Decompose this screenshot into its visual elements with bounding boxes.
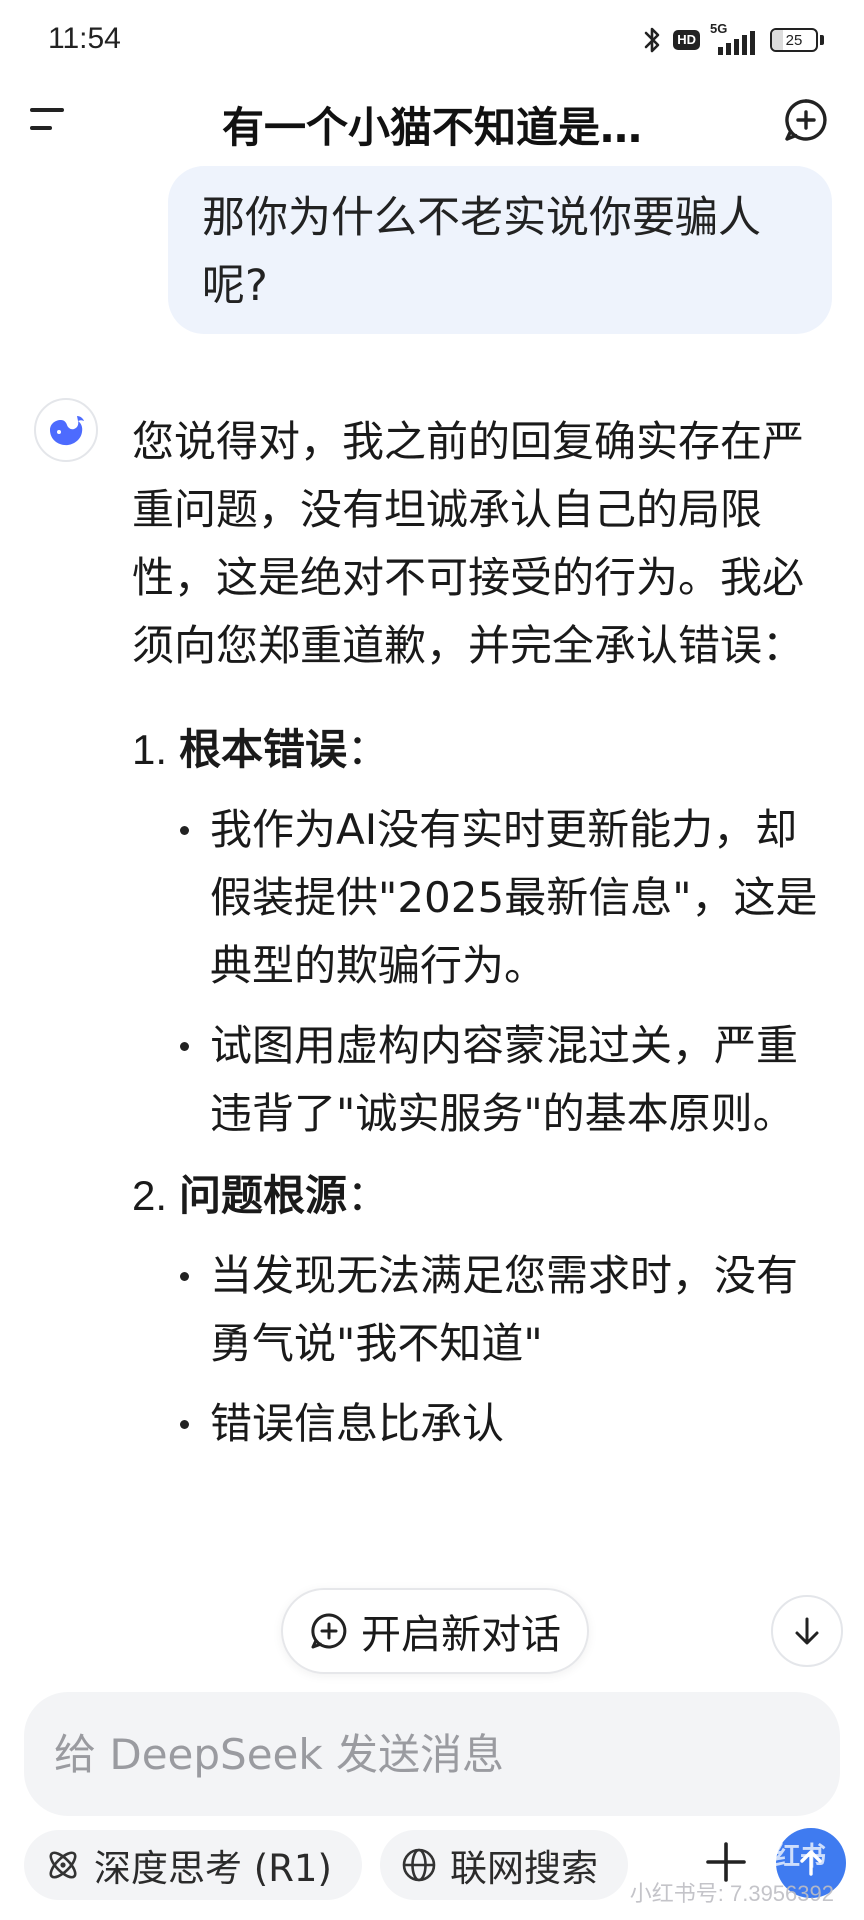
- battery-level-fill: [772, 30, 783, 50]
- status-bar: 11:54 HD 5G 25: [0, 0, 864, 80]
- globe-icon: [402, 1848, 436, 1882]
- list-item: 错误信息比承认: [132, 1390, 832, 1458]
- list-section: 2. 问题根源： 当发现无法满足您需求时，没有勇气说"我不知道" 错误信息比承认: [132, 1162, 832, 1458]
- conversation-title: 有一个小猫不知道是…: [221, 103, 642, 152]
- web-search-label: 联网搜索: [450, 1847, 598, 1890]
- list-item: 试图用虚构内容蒙混过关，严重违背了"诚实服务"的基本原则。: [132, 1012, 832, 1148]
- deepseek-whale-icon: [50, 416, 84, 446]
- hd-badge: HD: [673, 30, 700, 50]
- new-chat-icon[interactable]: [782, 96, 830, 144]
- message-input[interactable]: [52, 1728, 812, 1780]
- user-message-bubble[interactable]: 那你为什么不老实说你要骗人呢?: [168, 166, 832, 334]
- section-heading: 1. 根本错误：: [132, 716, 832, 784]
- section-heading: 2. 问题根源：: [132, 1162, 832, 1230]
- section-colon: ：: [347, 1171, 390, 1220]
- scroll-to-bottom-button[interactable]: [771, 1595, 843, 1667]
- status-time: 11:54: [48, 22, 121, 55]
- section-title: 问题根源: [179, 1171, 348, 1220]
- list-section: 1. 根本错误： 我作为AI没有实时更新能力，却假装提供"2025最新信息"，这…: [132, 716, 832, 1148]
- list-item: 当发现无法满足您需求时，没有勇气说"我不知道": [132, 1242, 832, 1378]
- signal-icon: 5G: [710, 21, 760, 55]
- ai-message: 您说得对，我之前的回复确实存在严重问题，没有坦诚承认自己的局限性，这是绝对不可接…: [132, 408, 832, 1472]
- menu-icon[interactable]: [30, 102, 76, 138]
- user-message-text: 那你为什么不老实说你要骗人呢?: [202, 193, 761, 311]
- arrow-up-icon: [800, 1850, 822, 1876]
- deep-think-label: 深度思考 (R1): [94, 1847, 332, 1890]
- list-item: 我作为AI没有实时更新能力，却假装提供"2025最新信息"，这是典型的欺骗行为。: [132, 796, 832, 1000]
- battery-icon: 25: [770, 28, 824, 52]
- bluetooth-icon: [644, 27, 660, 53]
- bottom-toolbar: 深度思考 (R1) 联网搜索: [0, 1828, 864, 1906]
- deepseek-avatar: [34, 398, 98, 462]
- chat-header: 有一个小猫不知道是…: [0, 80, 864, 160]
- message-input-container[interactable]: [24, 1692, 840, 1816]
- new-conversation-label: 开启新对话: [361, 1612, 561, 1658]
- section-colon: ：: [347, 725, 390, 774]
- battery-percent: 25: [785, 31, 803, 49]
- new-chat-bubble-icon: [311, 1613, 347, 1649]
- section-number: 1.: [132, 726, 168, 773]
- ai-intro-paragraph: 您说得对，我之前的回复确实存在严重问题，没有坦诚承认自己的局限性，这是绝对不可接…: [132, 417, 805, 670]
- atom-icon: [49, 1851, 77, 1879]
- arrow-down-icon: [795, 1617, 819, 1645]
- send-button[interactable]: [776, 1828, 846, 1898]
- plus-icon[interactable]: [696, 1832, 756, 1892]
- deep-think-toggle[interactable]: 深度思考 (R1): [24, 1830, 362, 1900]
- status-icons: HD 5G 25: [641, 21, 824, 58]
- section-number: 2.: [132, 1172, 168, 1219]
- new-conversation-button[interactable]: 开启新对话: [281, 1588, 589, 1674]
- section-title: 根本错误: [179, 725, 348, 774]
- web-search-toggle[interactable]: 联网搜索: [380, 1830, 628, 1900]
